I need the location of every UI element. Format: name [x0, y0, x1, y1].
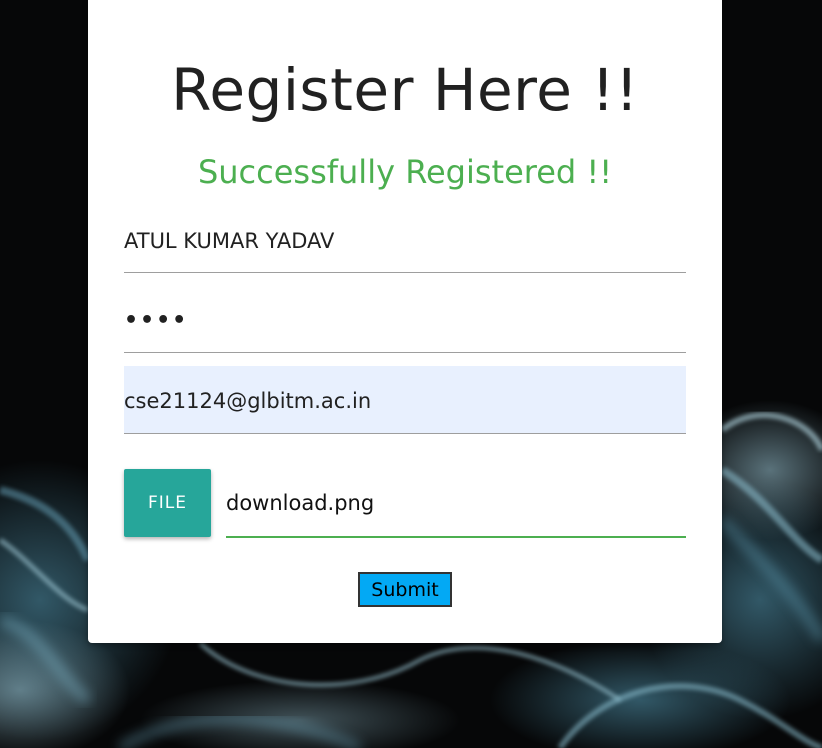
file-path-field[interactable]: download.png: [226, 472, 686, 538]
page-title: Register Here !!: [171, 56, 639, 124]
email-field[interactable]: cse21124@glbitm.ac.in: [124, 366, 686, 434]
password-field[interactable]: ••••: [124, 294, 686, 353]
file-button[interactable]: FILE: [124, 469, 211, 537]
submit-button[interactable]: Submit: [358, 572, 452, 607]
success-message: Successfully Registered !!: [197, 153, 613, 191]
name-field[interactable]: ATUL KUMAR YADAV: [124, 214, 686, 273]
registration-card: Register Here !! Successfully Registered…: [88, 0, 722, 643]
